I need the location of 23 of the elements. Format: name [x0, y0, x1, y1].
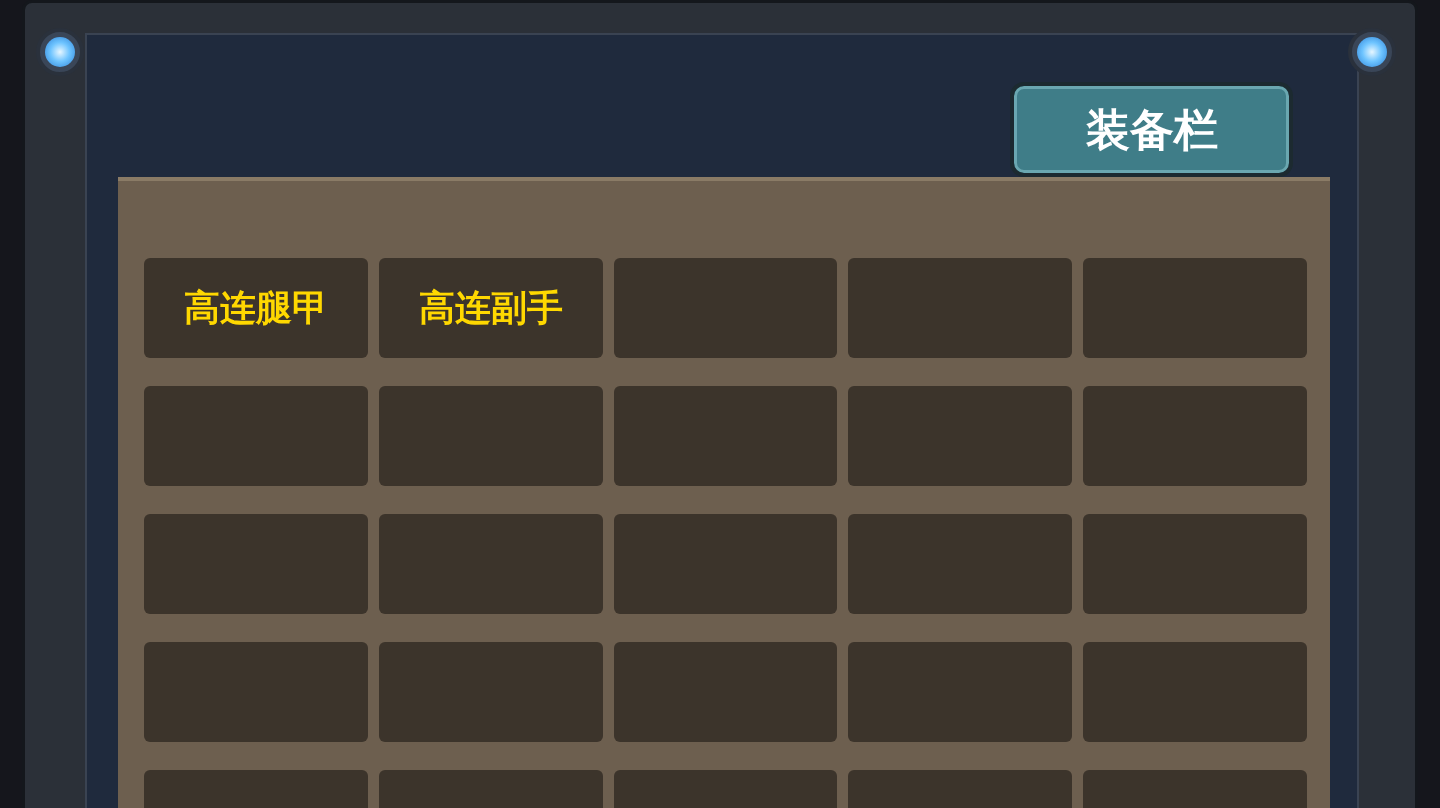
empty-slot[interactable]: [1083, 386, 1307, 486]
empty-slot[interactable]: [144, 642, 368, 742]
item-name: 高连副手: [418, 286, 563, 330]
empty-slot[interactable]: [378, 514, 603, 614]
empty-slot[interactable]: [848, 258, 1073, 358]
empty-slot[interactable]: [378, 386, 603, 486]
equipment-tab-button[interactable]: 装备栏: [1010, 82, 1293, 177]
empty-slot[interactable]: [848, 514, 1073, 614]
empty-slot[interactable]: [613, 258, 838, 358]
empty-slot[interactable]: [848, 642, 1073, 742]
empty-slot[interactable]: [1083, 258, 1307, 358]
empty-slot[interactable]: [848, 386, 1073, 486]
item-name: 高连腿甲: [183, 286, 328, 330]
item-slot[interactable]: 高连腿甲: [144, 258, 368, 358]
item-slot[interactable]: 高连副手: [378, 258, 603, 358]
empty-slot[interactable]: [144, 514, 368, 614]
empty-slot[interactable]: [613, 386, 838, 486]
empty-slot[interactable]: [378, 642, 603, 742]
empty-slot[interactable]: [613, 514, 838, 614]
empty-slot[interactable]: [1083, 514, 1307, 614]
empty-slot[interactable]: [613, 642, 838, 742]
empty-slot[interactable]: [144, 386, 368, 486]
empty-slot[interactable]: [1083, 642, 1307, 742]
